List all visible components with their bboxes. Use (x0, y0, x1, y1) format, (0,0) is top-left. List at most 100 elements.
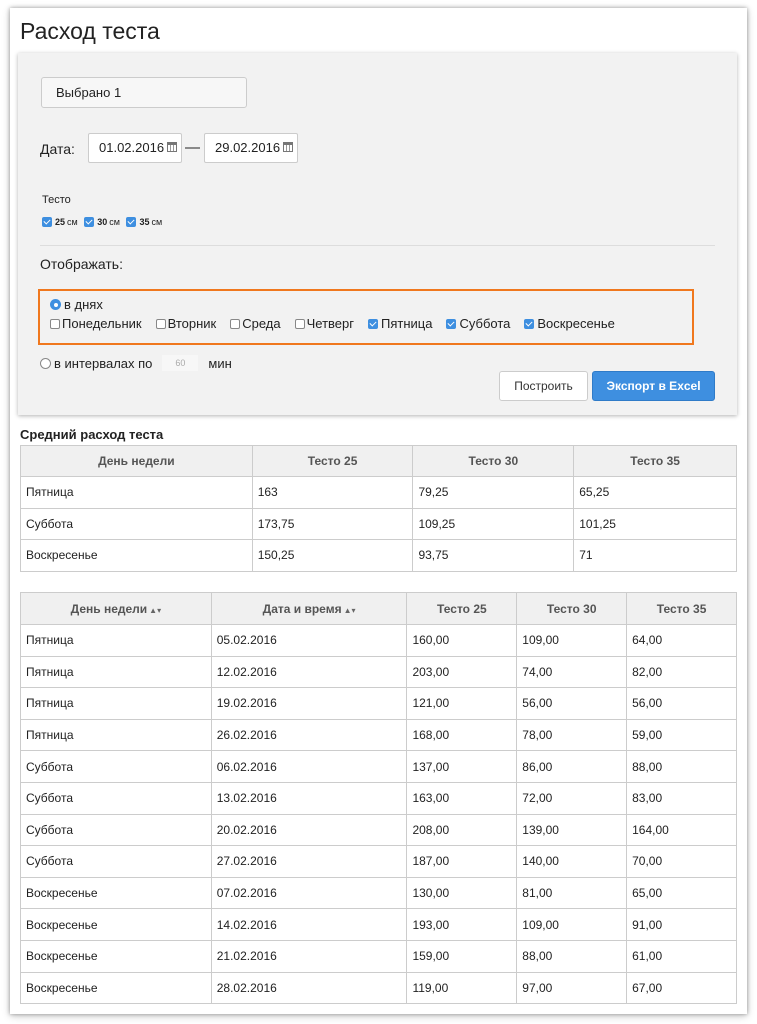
table-cell: 05.02.2016 (210, 624, 408, 657)
weekday-monday[interactable]: Понедельник (50, 316, 142, 331)
interval-input[interactable]: 60 (162, 355, 199, 371)
display-label: Отображать: (40, 256, 123, 272)
weekday-thursday[interactable]: Четверг (294, 316, 354, 331)
table-row: Суббота 173,75 109,25 101,25 (20, 507, 737, 540)
weekday-tuesday[interactable]: Вторник (155, 316, 216, 331)
dough-checkboxes: 25 см 30 см 35 см (42, 217, 166, 229)
table-cell: 101,25 (573, 507, 737, 540)
column-header: Тесто 35 (626, 592, 737, 625)
table-cell: 78,00 (516, 718, 628, 752)
column-header: Тесто 25 (251, 445, 414, 477)
table-cell: Пятница (20, 718, 212, 752)
details-header-row: День недели ▲▾ Дата и время ▲▾ Тесто 25 Те… (20, 592, 737, 625)
sort-icon[interactable]: ▲▾ (149, 606, 161, 615)
table-cell: 65,00 (626, 876, 737, 910)
table-cell: Суббота (20, 813, 212, 847)
table-cell: 86,00 (516, 750, 628, 783)
table-cell: 121,00 (406, 687, 518, 720)
table-cell: 74,00 (516, 655, 628, 689)
checkbox-empty-icon[interactable] (50, 318, 60, 329)
table-cell: 88,00 (516, 939, 628, 973)
checkbox-checked-icon[interactable] (42, 217, 52, 227)
dough-checkbox-25[interactable]: 25 см (42, 217, 78, 227)
table-cell: Суббота (20, 750, 212, 783)
divider (40, 245, 715, 246)
table-cell: 109,25 (412, 507, 575, 540)
dough-checkbox-35[interactable]: 35 см (126, 217, 162, 227)
table-row: Суббота 13.02.2016 163,00 72,00 83,00 (20, 781, 737, 815)
table-cell: 140,00 (516, 845, 628, 878)
table-cell: Пятница (20, 687, 212, 720)
table-cell: 173,75 (251, 507, 414, 540)
column-header: День недели (20, 445, 253, 477)
table-row: Воскресенье 21.02.2016 159,00 88,00 61,00 (20, 939, 737, 973)
table-cell: Суббота (20, 845, 212, 878)
table-cell: 82,00 (626, 655, 737, 689)
checkbox-empty-icon[interactable] (155, 318, 166, 329)
table-cell: 19.02.2016 (210, 687, 408, 720)
summary-table: День недели Тесто 25 Тесто 30 Тесто 35 П… (20, 445, 737, 572)
weekday-friday[interactable]: Пятница (368, 316, 432, 331)
export-excel-button[interactable]: Экспорт в Excel (592, 371, 715, 401)
table-cell: Воскресенье (20, 939, 212, 973)
table-cell: 07.02.2016 (210, 876, 408, 910)
table-row: Пятница 19.02.2016 121,00 56,00 56,00 (20, 687, 737, 720)
column-header: Тесто 30 (516, 592, 628, 625)
table-cell: 159,00 (406, 939, 518, 973)
table-row: Суббота 20.02.2016 208,00 139,00 164,00 (20, 813, 737, 847)
calendar-icon[interactable] (283, 142, 293, 152)
column-header: Тесто 30 (412, 445, 575, 477)
table-cell: 20.02.2016 (210, 813, 408, 847)
radio-unselected-icon[interactable] (40, 357, 51, 369)
checkbox-checked-icon[interactable] (446, 318, 457, 329)
table-cell: 109,00 (516, 908, 628, 941)
table-row: Воскресенье 28.02.2016 119,00 97,00 67,00 (20, 971, 737, 1005)
table-cell: 91,00 (626, 908, 737, 941)
table-cell: 119,00 (406, 971, 518, 1005)
date-label: Дата: (40, 141, 75, 157)
table-cell: Воскресенье (20, 908, 212, 941)
sort-icon[interactable]: ▲▾ (344, 606, 356, 615)
weekday-sunday[interactable]: Воскресенье (524, 316, 615, 331)
checkbox-checked-icon[interactable] (84, 217, 95, 227)
calendar-icon[interactable] (167, 142, 177, 152)
checkbox-checked-icon[interactable] (368, 318, 378, 329)
summary-title: Средний расход теста (20, 427, 164, 442)
table-cell: 168,00 (406, 718, 518, 752)
checkbox-checked-icon[interactable] (126, 217, 137, 227)
weekday-wednesday[interactable]: Среда (230, 316, 281, 331)
column-header-sortable[interactable]: Дата и время ▲▾ (210, 592, 408, 625)
table-cell: 56,00 (516, 687, 628, 720)
table-cell: 65,25 (573, 476, 737, 509)
date-to-input[interactable]: 29.02.2016 (204, 133, 298, 163)
weekday-saturday[interactable]: Суббота (446, 316, 510, 331)
checkbox-checked-icon[interactable] (524, 318, 535, 329)
table-row: Воскресенье 14.02.2016 193,00 109,00 91,00 (20, 908, 737, 941)
build-button[interactable]: Построить (499, 371, 588, 401)
checkbox-empty-icon[interactable] (294, 318, 305, 329)
by-days-radio[interactable]: в днях (50, 297, 103, 312)
table-cell: 164,00 (626, 813, 737, 847)
page-title: Расход теста (20, 18, 160, 44)
table-cell: Суббота (20, 507, 253, 540)
details-table: День недели ▲▾ Дата и время ▲▾ Тесто 25 Те… (20, 592, 737, 1005)
table-row: Суббота 06.02.2016 137,00 86,00 88,00 (20, 750, 737, 783)
checkbox-empty-icon[interactable] (230, 318, 241, 329)
table-cell: 21.02.2016 (210, 939, 408, 973)
radio-selected-icon[interactable] (50, 299, 61, 310)
selected-dropdown[interactable]: Выбрано 1 (41, 77, 247, 108)
table-row: Воскресенье 07.02.2016 130,00 81,00 65,00 (20, 876, 737, 910)
table-row: Воскресенье 150,25 93,75 71 (20, 539, 737, 572)
table-cell: 12.02.2016 (210, 655, 408, 689)
table-cell: 27.02.2016 (210, 845, 408, 878)
dough-checkbox-30[interactable]: 30 см (84, 217, 120, 227)
table-cell: Суббота (20, 781, 212, 815)
date-from-input[interactable]: 01.02.2016 (88, 133, 182, 163)
column-header: Тесто 35 (573, 445, 737, 477)
days-highlight-box: в днях Понедельник Вторник Среда Четверг… (38, 289, 694, 345)
column-header-sortable[interactable]: День недели ▲▾ (20, 592, 212, 625)
by-interval-radio[interactable]: в интервалах по 60 мин (40, 355, 232, 371)
table-cell: 28.02.2016 (210, 971, 408, 1005)
table-cell: 59,00 (626, 718, 737, 752)
table-cell: Воскресенье (20, 971, 212, 1005)
